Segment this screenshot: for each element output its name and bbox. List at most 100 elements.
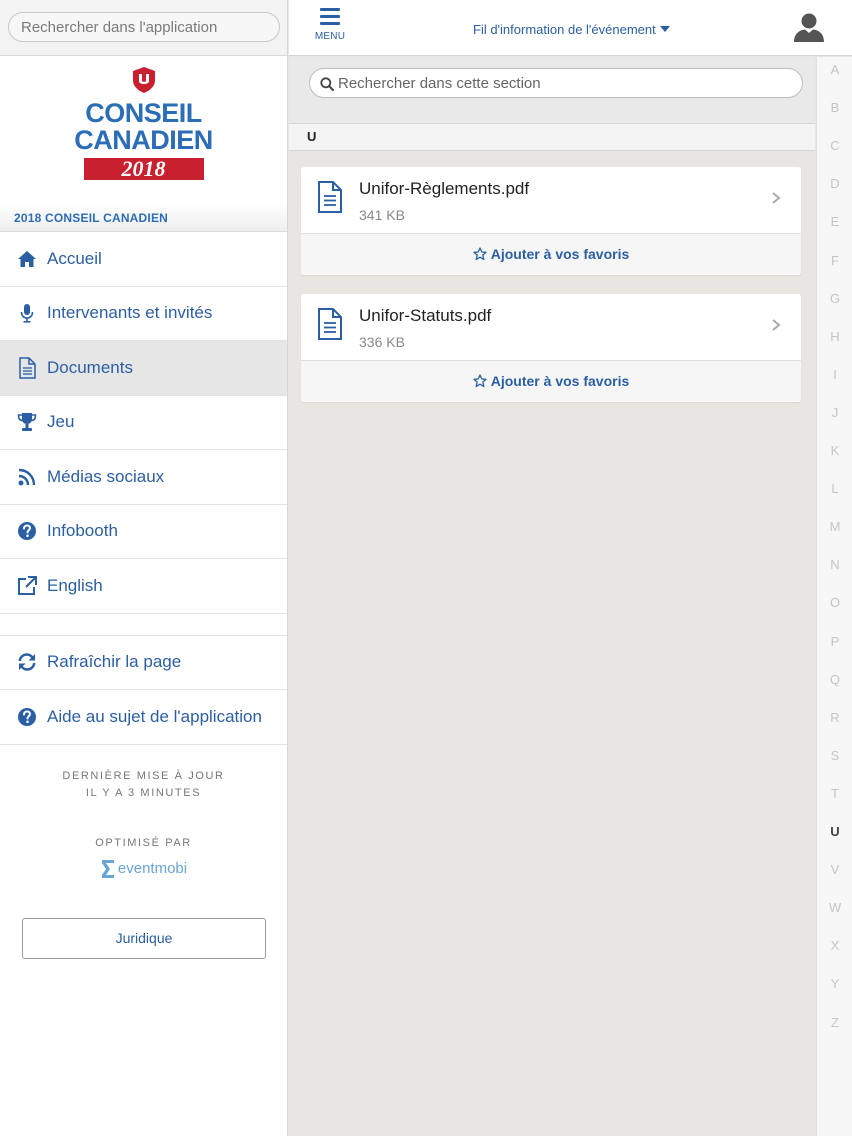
document-size: 336 KB	[359, 334, 405, 350]
sidebar-item-accueil[interactable]: Accueil	[0, 232, 287, 287]
trophy-icon	[16, 411, 38, 433]
document-row[interactable]: Unifor-Règlements.pdf 341 KB	[301, 167, 801, 234]
document-title: Unifor-Statuts.pdf	[359, 306, 492, 325]
hamburger-icon	[320, 8, 340, 25]
event-feed-dropdown[interactable]: Fil d'information de l'événement	[473, 22, 670, 37]
alphabet-letter-j[interactable]: J	[817, 405, 852, 420]
document-icon	[318, 308, 342, 340]
alphabet-letter-x[interactable]: X	[817, 938, 852, 953]
document-icon	[318, 181, 342, 213]
eventmobi-mark-icon	[101, 859, 114, 878]
unifor-shield-icon	[132, 67, 155, 93]
sidebar-item-help[interactable]: Aide au sujet de l'application	[0, 690, 287, 745]
document-size: 341 KB	[359, 207, 405, 223]
alphabet-index: A B C D E F G H I J K L M N O P Q R S T U V W X Y Z	[816, 57, 852, 1136]
question-circle-icon	[16, 520, 38, 542]
legal-button[interactable]: Juridique	[22, 917, 266, 959]
add-favorite-label: Ajouter à vos favoris	[490, 373, 630, 389]
external-link-icon	[16, 575, 38, 597]
alphabet-letter-d[interactable]: D	[817, 176, 852, 191]
alphabet-letter-u[interactable]: U	[817, 824, 852, 839]
event-feed-label: Fil d'information de l'événement	[473, 22, 656, 37]
sidebar-item-refresh[interactable]: Rafraîchir la page	[0, 636, 287, 690]
user-avatar-icon[interactable]	[793, 12, 825, 42]
last-updated-label: DERNIÈRE MISE À JOUR	[62, 769, 225, 782]
alphabet-letter-p[interactable]: P	[817, 634, 852, 649]
section-search-box[interactable]	[309, 68, 803, 98]
document-title: Unifor-Règlements.pdf	[359, 179, 530, 198]
alphabet-letter-n[interactable]: N	[817, 557, 852, 572]
sidebar-item-medias-sociaux[interactable]: Médias sociaux	[0, 450, 287, 505]
alphabet-letter-w[interactable]: W	[817, 900, 852, 915]
alphabet-letter-l[interactable]: L	[817, 481, 852, 496]
sidebar-item-jeu[interactable]: Jeu	[0, 396, 287, 450]
alphabet-letter-y[interactable]: Y	[817, 976, 852, 991]
alphabet-letter-c[interactable]: C	[817, 138, 852, 153]
alphabet-letter-v[interactable]: V	[817, 862, 852, 877]
document-card: Unifor-Statuts.pdf 336 KB Ajouter à vos …	[301, 294, 801, 402]
event-logo: CONSEIL CANADIEN 2018	[0, 56, 287, 204]
star-outline-icon	[473, 374, 487, 388]
question-circle-icon	[16, 706, 38, 728]
sidebar-item-label: Rafraîchir la page	[47, 652, 182, 672]
app-search-input[interactable]	[8, 12, 280, 42]
sidebar-section-title: 2018 CONSEIL CANADIEN	[0, 204, 287, 232]
document-icon	[16, 357, 38, 379]
last-updated-info: DERNIÈRE MISE À JOUR IL Y A 3 MINUTES	[0, 768, 287, 802]
alphabet-letter-i[interactable]: I	[817, 367, 852, 382]
add-favorite-button[interactable]: Ajouter à vos favoris	[301, 234, 801, 274]
sidebar-item-label: Médias sociaux	[47, 466, 165, 486]
caret-down-icon	[659, 25, 670, 32]
section-gap	[289, 111, 815, 123]
sidebar-item-english[interactable]: English	[0, 559, 287, 614]
alphabet-letter-q[interactable]: Q	[817, 672, 852, 687]
sidebar-item-documents[interactable]: Documents	[0, 341, 287, 396]
search-icon	[320, 77, 334, 91]
refresh-icon	[16, 651, 38, 673]
sidebar-nav: Accueil Intervenants et invités Document…	[0, 232, 287, 745]
alphabet-letter-r[interactable]: R	[817, 710, 852, 725]
sidebar-item-label: Accueil	[47, 248, 102, 268]
chevron-right-icon	[772, 319, 781, 331]
alphabet-letter-t[interactable]: T	[817, 786, 852, 801]
logo-year: 2018	[83, 158, 204, 180]
alphabet-letter-m[interactable]: M	[817, 519, 852, 534]
microphone-icon	[16, 302, 38, 324]
menu-button[interactable]: MENU	[309, 8, 351, 48]
sidebar-item-label: Aide au sujet de l'application	[47, 706, 262, 726]
alphabet-letter-h[interactable]: H	[817, 329, 852, 344]
alphabet-letter-f[interactable]: F	[817, 253, 852, 268]
sidebar: CONSEIL CANADIEN 2018 2018 CONSEIL CANAD…	[0, 0, 288, 1136]
sidebar-item-intervenants[interactable]: Intervenants et invités	[0, 287, 287, 341]
alphabet-letter-a[interactable]: A	[817, 62, 852, 77]
alphabet-letter-s[interactable]: S	[817, 748, 852, 763]
document-row[interactable]: Unifor-Statuts.pdf 336 KB	[301, 294, 801, 361]
sidebar-item-label: Documents	[47, 357, 133, 377]
sidebar-item-label: English	[47, 575, 103, 595]
nav-divider	[0, 614, 287, 636]
sidebar-item-label: Jeu	[47, 412, 75, 432]
alphabet-letter-b[interactable]: B	[817, 100, 852, 115]
add-favorite-button[interactable]: Ajouter à vos favoris	[301, 361, 801, 401]
home-icon	[16, 248, 38, 270]
alphabet-letter-g[interactable]: G	[817, 291, 852, 306]
alphabet-letter-e[interactable]: E	[817, 214, 852, 229]
eventmobi-brand-name: eventmobi	[117, 860, 188, 877]
alphabet-letter-k[interactable]: K	[817, 443, 852, 458]
star-outline-icon	[473, 247, 487, 261]
last-updated-time: IL Y A 3 MINUTES	[85, 786, 202, 799]
section-search-input[interactable]	[338, 69, 788, 97]
section-letter-header: U	[289, 123, 815, 151]
add-favorite-label: Ajouter à vos favoris	[490, 246, 630, 262]
section-search-area	[289, 57, 815, 111]
powered-by-label: OPTIMISÉ PAR	[95, 836, 192, 849]
alphabet-letter-o[interactable]: O	[817, 595, 852, 610]
alphabet-letter-z[interactable]: Z	[817, 1015, 852, 1030]
logo-text-conseil: CONSEIL	[85, 98, 202, 128]
documents-content: U Unifor-Règlements.pdf 341 KB Ajouter à…	[289, 57, 815, 1136]
app-search-area	[0, 0, 287, 56]
document-card: Unifor-Règlements.pdf 341 KB Ajouter à v…	[301, 167, 801, 275]
sidebar-item-label: Intervenants et invités	[47, 303, 213, 323]
sidebar-item-infobooth[interactable]: Infobooth	[0, 505, 287, 559]
menu-label: MENU	[314, 31, 346, 42]
